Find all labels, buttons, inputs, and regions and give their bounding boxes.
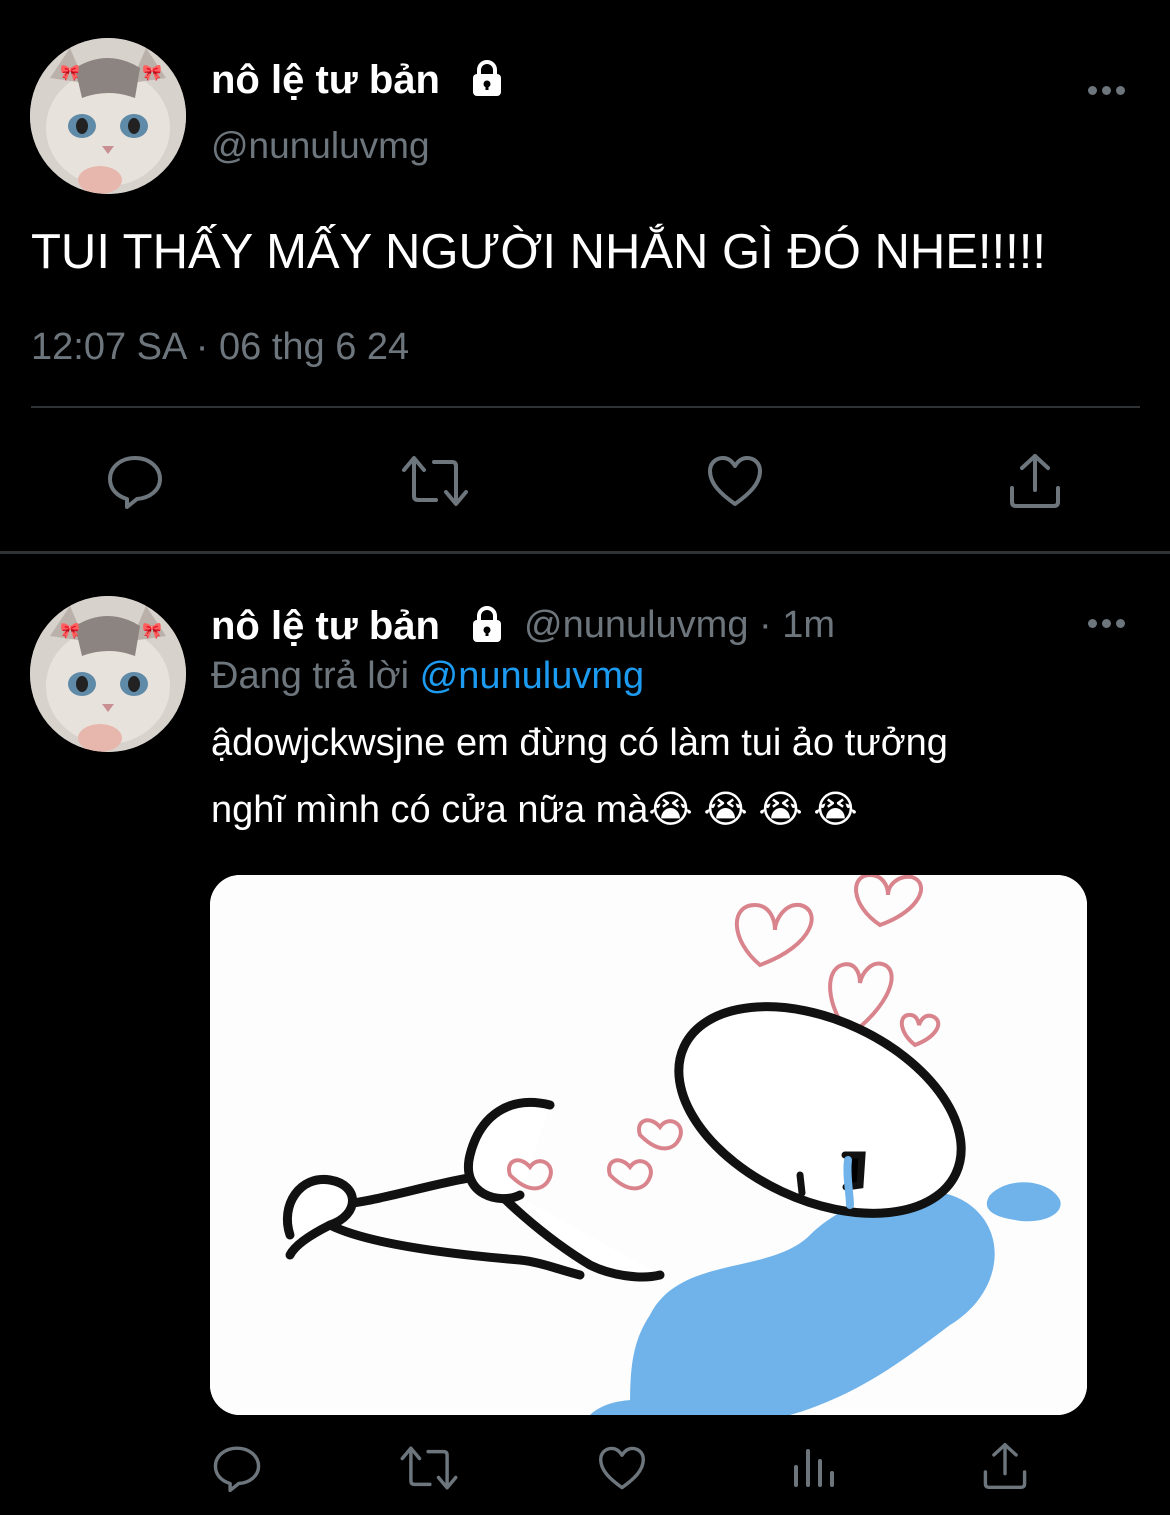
svg-text:🎀: 🎀 (142, 63, 162, 82)
retweet-icon[interactable] (400, 1443, 458, 1493)
section-divider (0, 551, 1170, 554)
analytics-icon[interactable] (792, 1443, 836, 1489)
like-icon[interactable] (706, 454, 764, 508)
attached-image[interactable] (210, 875, 1087, 1415)
display-name[interactable]: nô lệ tư bản (211, 58, 440, 103)
like-icon[interactable] (597, 1445, 647, 1491)
handle[interactable]: @nunuluvmg (211, 125, 430, 167)
meta-separator: · (759, 604, 772, 646)
share-icon[interactable] (982, 1441, 1028, 1491)
divider (31, 406, 1140, 408)
more-options-icon[interactable] (1088, 617, 1128, 631)
reply-time[interactable]: 1m (782, 604, 835, 646)
timestamp[interactable]: 12:07 SA · 06 thg 6 24 (31, 326, 409, 369)
svg-text:🎀: 🎀 (142, 621, 162, 640)
more-options-icon[interactable] (1088, 84, 1128, 98)
avatar[interactable]: 🎀 🎀 (30, 38, 186, 194)
lock-icon (467, 58, 507, 98)
reply-icon[interactable] (212, 1443, 262, 1493)
replying-to: Đang trả lời @nunuluvmg (211, 655, 644, 698)
reply-handle[interactable]: @nunuluvmg (524, 604, 748, 646)
retweet-icon[interactable] (402, 452, 468, 510)
lock-icon (467, 604, 507, 644)
svg-text:🎀: 🎀 (60, 621, 80, 640)
reply-avatar[interactable]: 🎀 🎀 (30, 596, 186, 752)
reply-text-line-2: nghĩ mình có cửa nữa mà😭 😭 😭 😭 (211, 789, 858, 831)
reply-text-line-1: ậdowjckwsjne em đừng có làm tui ảo tưởng (211, 722, 948, 764)
reply-display-name[interactable]: nô lệ tư bản (211, 604, 440, 649)
reply-icon[interactable] (106, 452, 164, 510)
reply-meta: @nunuluvmg · 1m (524, 604, 835, 647)
tweet-text: TUI THẤY MẤY NGƯỜI NHẮN GÌ ĐÓ NHE!!!!! (31, 225, 1047, 279)
replying-to-handle[interactable]: @nunuluvmg (420, 655, 644, 697)
share-icon[interactable] (1008, 452, 1062, 510)
replying-prefix: Đang trả lời (211, 655, 410, 697)
svg-text:🎀: 🎀 (60, 63, 80, 82)
